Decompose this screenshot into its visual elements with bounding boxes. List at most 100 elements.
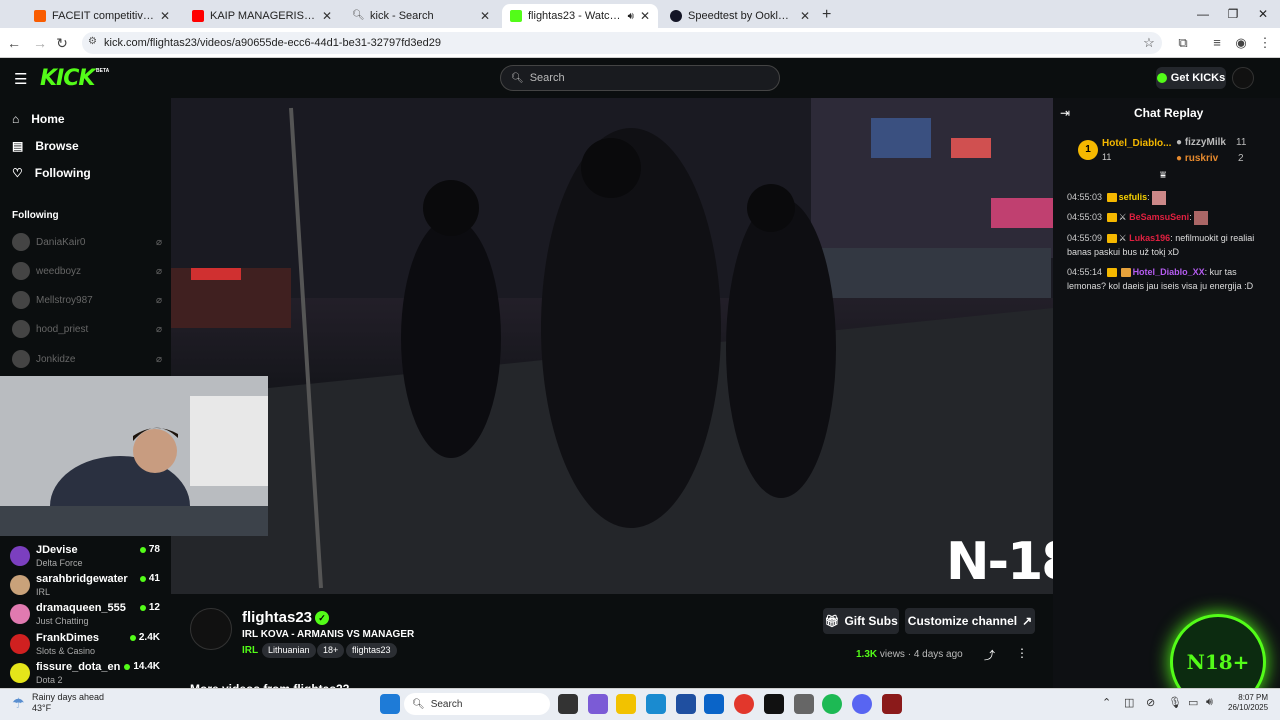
- following-item[interactable]: Jonkidze ⌀: [12, 350, 162, 368]
- url-field[interactable]: kick.com/flightas23/videos/a90655de-ecc6…: [82, 32, 1162, 54]
- gift-icon: 🎁︎: [824, 614, 840, 628]
- spotify-icon[interactable]: [822, 694, 842, 714]
- extensions-icon[interactable]: ⧉: [1174, 34, 1192, 52]
- gifter-name[interactable]: ● fizzyMilk: [1176, 137, 1226, 148]
- following-heading: Following: [12, 210, 59, 221]
- channel-avatar[interactable]: [190, 608, 232, 650]
- category-link[interactable]: IRL: [242, 645, 258, 656]
- network-icon[interactable]: ▭: [1188, 696, 1198, 709]
- sub-badge-icon: [1106, 268, 1117, 278]
- file-explorer-icon[interactable]: [616, 694, 636, 714]
- more-options-icon[interactable]: ⋮: [1016, 646, 1028, 660]
- live-dot: [129, 634, 136, 641]
- recommended-item[interactable]: dramaqueen_555 Just Chatting 12: [10, 602, 160, 628]
- share-icon[interactable]: ⤴: [984, 647, 995, 663]
- bookmark-star-icon[interactable]: ☆: [1140, 34, 1158, 52]
- tray-chevron-icon[interactable]: ⌃: [1102, 696, 1111, 709]
- recommended-item[interactable]: JDevise Delta Force 78: [10, 544, 160, 570]
- following-item[interactable]: hood_priest ⌀: [12, 320, 162, 338]
- tab-search[interactable]: 🔍︎ kick - Search ✕: [344, 4, 498, 28]
- tag[interactable]: Lithuanian: [262, 643, 316, 658]
- avatar: [12, 320, 30, 338]
- tag[interactable]: 18+: [317, 643, 345, 658]
- tab-kick-vod[interactable]: flightas23 - Watch the VOD🔊︎✕: [502, 4, 658, 28]
- avatar: [10, 575, 30, 595]
- close-icon[interactable]: ✕: [322, 9, 332, 23]
- vanguard-icon[interactable]: [882, 694, 902, 714]
- get-kicks-button[interactable]: Get KICKs: [1156, 67, 1226, 89]
- top-gifter-count: 11: [1102, 152, 1112, 162]
- close-icon[interactable]: ✕: [640, 9, 650, 23]
- restore-button[interactable]: ❐: [1218, 4, 1248, 24]
- offline-icon: ⌀: [155, 265, 162, 277]
- following-item[interactable]: DaniaKair0 ⌀: [12, 233, 162, 251]
- app-icon[interactable]: [764, 694, 784, 714]
- faceit-icon: [34, 10, 46, 22]
- media-control-icon[interactable]: ≡: [1208, 34, 1226, 52]
- search-input[interactable]: 🔍︎ Search: [500, 65, 780, 91]
- kick-icon: [510, 10, 522, 22]
- close-icon[interactable]: ✕: [160, 9, 170, 23]
- customize-channel-button[interactable]: Customize channel ↗: [905, 608, 1035, 634]
- reload-button[interactable]: ↻: [52, 34, 72, 52]
- microphone-icon[interactable]: 🎙︎: [1168, 696, 1182, 709]
- following-item[interactable]: weedboyz ⌀: [12, 262, 162, 280]
- window-close-button[interactable]: ✕: [1248, 4, 1278, 24]
- site-info-icon[interactable]: ⚙: [88, 36, 97, 47]
- outlook-icon[interactable]: [704, 694, 724, 714]
- tag[interactable]: flightas23: [346, 643, 397, 658]
- weather-widget[interactable]: Rainy days ahead 43°F: [32, 692, 104, 714]
- taskbar-search[interactable]: 🔍︎ Search: [404, 693, 550, 715]
- volume-icon[interactable]: 🔊︎: [1206, 696, 1213, 709]
- external-link-icon: ↗: [1022, 614, 1033, 628]
- gift-subs-button[interactable]: 🎁︎ Gift Subs: [823, 608, 899, 634]
- forward-button[interactable]: →: [30, 34, 50, 52]
- sidebar-item-home[interactable]: ⌂ Home: [12, 112, 65, 126]
- offline-icon: ⌀: [155, 323, 162, 335]
- speedtest-icon: [670, 10, 682, 22]
- sidebar-item-following[interactable]: ♡ Following: [12, 166, 91, 180]
- copilot-icon[interactable]: [588, 694, 608, 714]
- kick-logo[interactable]: KICK: [40, 66, 95, 91]
- tray-app-icon[interactable]: ◫: [1124, 696, 1134, 709]
- recommended-item[interactable]: fissure_dota_en Dota 2 14.4K: [10, 661, 160, 687]
- start-icon[interactable]: [380, 694, 400, 714]
- close-icon[interactable]: ✕: [480, 9, 490, 23]
- chrome-icon[interactable]: [734, 694, 754, 714]
- following-item[interactable]: Mellstroy987 ⌀: [12, 291, 162, 309]
- tab-faceit[interactable]: FACEIT competitive match - FA✕: [26, 4, 178, 28]
- hamburger-menu-icon[interactable]: ☰: [14, 70, 27, 88]
- recommended-item[interactable]: FrankDimes Slots & Casino 2.4K: [10, 632, 160, 658]
- clock[interactable]: 8:07 PM 26/10/2025: [1228, 693, 1268, 713]
- video-player[interactable]: [171, 98, 1053, 594]
- channel-name[interactable]: flightas23: [242, 609, 312, 626]
- tab-speedtest[interactable]: Speedtest by Ookla - The Glob✕: [662, 4, 818, 28]
- recommended-item[interactable]: sarahbridgewater IRL 41: [10, 573, 160, 599]
- verified-icon: ✓: [315, 611, 329, 625]
- user-avatar[interactable]: [1232, 67, 1254, 89]
- menu-icon[interactable]: ⋮: [1256, 34, 1274, 52]
- discord-icon[interactable]: [852, 694, 872, 714]
- expand-leaderboard-icon[interactable]: ⩸: [1160, 170, 1166, 181]
- profile-icon[interactable]: ◉: [1232, 34, 1250, 52]
- new-tab-button[interactable]: +: [822, 6, 831, 24]
- gifter-name[interactable]: ● ruskriv: [1176, 153, 1218, 164]
- store-icon[interactable]: [676, 694, 696, 714]
- sidebar-item-browse[interactable]: ▤ Browse: [12, 139, 79, 153]
- avatar: [12, 262, 30, 280]
- task-view-icon[interactable]: [558, 694, 578, 714]
- minimize-button[interactable]: —: [1188, 4, 1218, 24]
- back-button[interactable]: ←: [4, 34, 24, 52]
- edge-icon[interactable]: [646, 694, 666, 714]
- taskbar: [0, 688, 1280, 720]
- weather-icon: ☂: [12, 695, 25, 711]
- speaker-icon[interactable]: 🔊︎: [628, 11, 634, 22]
- sword-badge-icon: ⚔: [1118, 212, 1127, 222]
- top-gifter-name[interactable]: Hotel_Diablo...: [1102, 138, 1171, 149]
- snipping-tool-icon[interactable]: [794, 694, 814, 714]
- sub-badge-icon: [1106, 213, 1117, 223]
- tray-app-icon[interactable]: ⊘: [1146, 696, 1155, 709]
- collapse-chat-icon[interactable]: ⇥: [1060, 106, 1070, 120]
- close-icon[interactable]: ✕: [800, 9, 810, 23]
- tab-youtube[interactable]: KAIP MANAGERIS EJO 1 V 1 - Y✕: [184, 4, 340, 28]
